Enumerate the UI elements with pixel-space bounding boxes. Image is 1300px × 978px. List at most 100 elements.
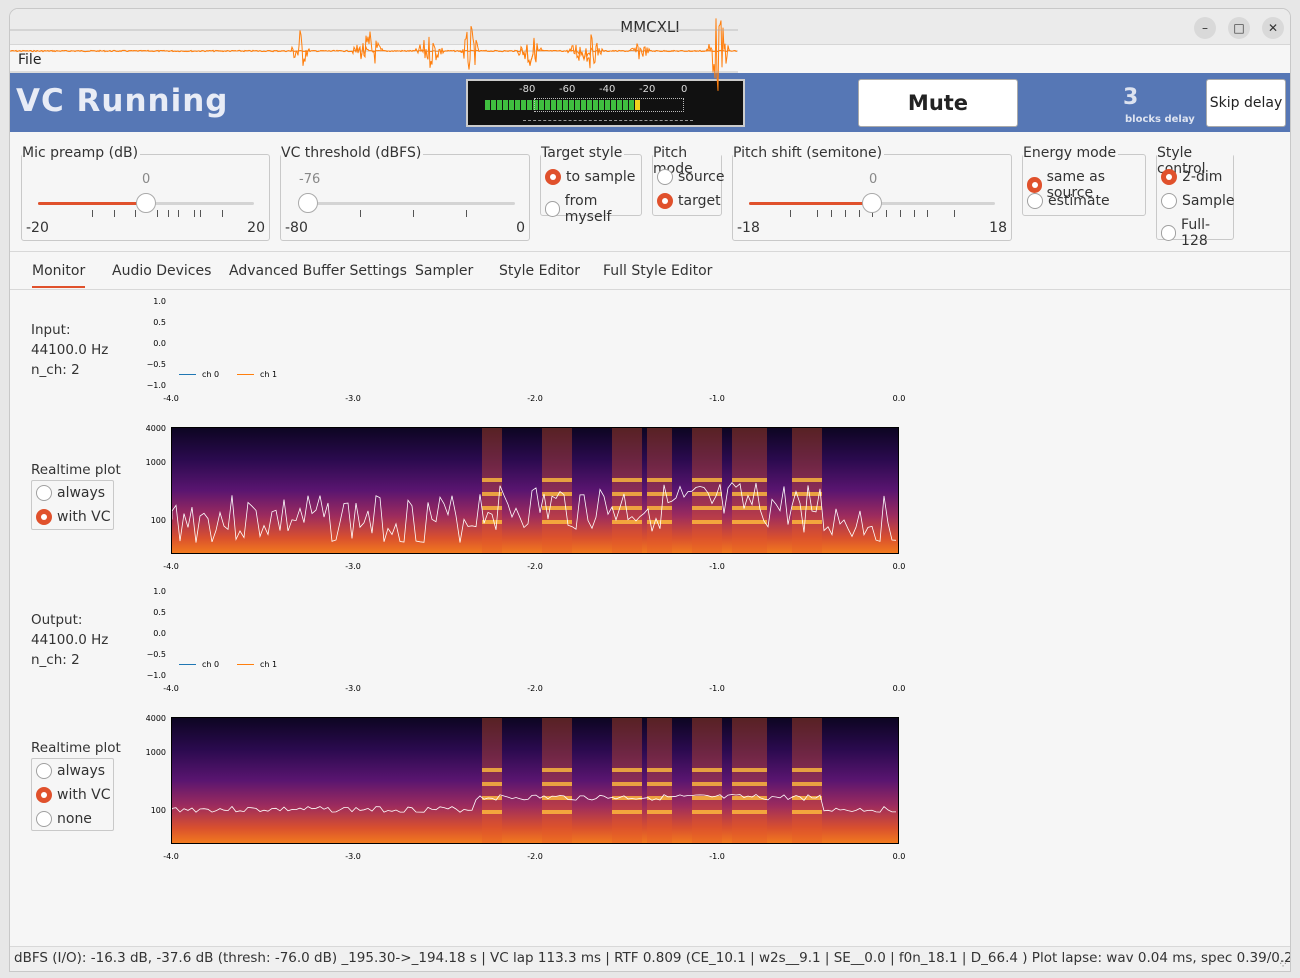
mic-preamp-title: Mic preamp (dB)	[22, 145, 141, 161]
maximize-icon[interactable]: □	[1228, 17, 1250, 39]
energy-mode-group: Energy mode same as source estimate	[1022, 145, 1146, 216]
radio-icon	[545, 201, 560, 217]
output-info: Output: 44100.0 Hz n_ch: 2	[31, 610, 108, 670]
y-tick-label: 1000	[145, 748, 166, 757]
target-style-to-sample[interactable]: to sample	[545, 169, 635, 185]
y-tick-label: 0.5	[153, 608, 166, 617]
x-tick-label: -3.0	[345, 562, 361, 571]
minimize-icon[interactable]: –	[1194, 17, 1216, 39]
pitch-shift-max: 18	[989, 220, 1007, 236]
x-tick-label: -1.0	[709, 562, 725, 571]
style-control-full128[interactable]: Full-128	[1161, 217, 1233, 249]
pitch-mode-target[interactable]: target	[657, 193, 721, 209]
radio-selected-icon	[36, 509, 52, 525]
target-style-title: Target style	[541, 145, 625, 161]
status-text: dBFS (I/O): -16.3 dB, -37.6 dB (thresh: …	[14, 950, 1291, 966]
pitch-shift-slider-handle[interactable]	[862, 193, 882, 213]
mic-preamp-value: 0	[142, 172, 151, 187]
realtime-plot-in-title: Realtime plot	[31, 462, 121, 478]
mic-preamp-group: Mic preamp (dB) 0 -20 20	[21, 145, 270, 241]
blocks-delay-label: blocks delay	[1125, 114, 1195, 125]
meter-segment	[515, 100, 520, 110]
resize-grip-icon[interactable]: ⁘	[1278, 957, 1288, 971]
radio-label: source	[678, 169, 725, 185]
pitch-shift-fill	[749, 202, 872, 205]
legend-ch0: ch 0	[179, 660, 219, 669]
legend-ch1-label: ch 1	[260, 370, 278, 379]
mic-preamp-min: -20	[26, 220, 49, 236]
meter-segment	[521, 100, 526, 110]
radio-label: Sample	[1182, 193, 1235, 209]
realtime-plot-in-group: always with VC	[31, 480, 114, 530]
pitch-shift-min: -18	[737, 220, 760, 236]
x-tick-label: -3.0	[345, 684, 361, 693]
meter-segment	[491, 100, 496, 110]
energy-mode-estimate[interactable]: estimate	[1027, 193, 1110, 209]
meter-segment	[485, 100, 490, 110]
radio-icon	[36, 763, 52, 779]
legend-ch1-label: ch 1	[260, 660, 278, 669]
close-icon[interactable]: ✕	[1262, 17, 1284, 39]
mic-preamp-slider-handle[interactable]	[136, 193, 156, 213]
input-label: Input:	[31, 322, 71, 338]
radio-icon	[1161, 193, 1177, 209]
y-tick-label: −1.0	[146, 671, 166, 680]
x-tick-label: -1.0	[709, 684, 725, 693]
tab-sampler[interactable]: Sampler	[415, 263, 473, 279]
mic-preamp-max: 20	[247, 220, 265, 236]
style-control-group: Style control 2-dim Sample Full-128	[1156, 145, 1235, 249]
y-tick-label: −0.5	[146, 360, 166, 369]
y-tick-label: 1.0	[153, 587, 166, 596]
radio-label: always	[57, 763, 106, 779]
tab-full-style-editor[interactable]: Full Style Editor	[603, 263, 712, 279]
output-channels: n_ch: 2	[31, 652, 80, 668]
radio-icon	[1027, 193, 1043, 209]
radio-icon	[36, 485, 52, 501]
radio-label: 2-dim	[1182, 169, 1223, 185]
tab-monitor[interactable]: Monitor	[32, 263, 86, 288]
x-tick-label: -4.0	[163, 852, 179, 861]
pitch-shift-title: Pitch shift (semitone)	[733, 145, 885, 161]
x-tick-label: 0.0	[892, 684, 906, 693]
vc-threshold-track[interactable]	[301, 202, 515, 205]
x-tick-label: -2.0	[527, 684, 543, 693]
radio-selected-icon	[1161, 169, 1177, 185]
target-style-group: Target style to sample from myself	[540, 145, 642, 225]
app-window: MMCXLI – □ ✕ File VC Running -80 -60 -40…	[9, 8, 1291, 972]
x-tick-label: -2.0	[527, 394, 543, 403]
radio-label: with VC	[57, 787, 111, 803]
realtime-out-always[interactable]: always	[36, 763, 105, 779]
target-style-from-myself[interactable]: from myself	[545, 193, 641, 225]
radio-selected-icon	[657, 193, 673, 209]
vc-threshold-slider-handle[interactable]	[298, 193, 318, 213]
skip-delay-button[interactable]: Skip delay	[1206, 79, 1286, 127]
x-tick-label: -1.0	[709, 394, 725, 403]
y-tick-label: 100	[150, 516, 166, 525]
pitch-mode-source[interactable]: source	[657, 169, 725, 185]
vc-threshold-min: -80	[285, 220, 308, 236]
y-tick-label: 1000	[145, 458, 166, 467]
radio-icon	[36, 811, 52, 827]
realtime-out-with-vc[interactable]: with VC	[36, 787, 111, 803]
radio-label: estimate	[1048, 193, 1110, 209]
input-spectrogram	[171, 427, 899, 554]
legend-ch0-label: ch 0	[202, 370, 220, 379]
realtime-plot-out-group: always with VC none	[31, 758, 114, 831]
tab-style-editor[interactable]: Style Editor	[499, 263, 580, 279]
realtime-in-always[interactable]: always	[36, 485, 105, 501]
style-control-sample[interactable]: Sample	[1161, 193, 1235, 209]
vc-threshold-group: VC threshold (dBFS) -76 -80 0	[280, 145, 530, 241]
energy-mode-title: Energy mode	[1023, 145, 1119, 161]
x-tick-label: -2.0	[527, 562, 543, 571]
x-tick-label: -4.0	[163, 684, 179, 693]
tab-advanced-buffer-settings[interactable]: Advanced Buffer Settings	[229, 263, 407, 279]
mute-button[interactable]: Mute	[858, 79, 1018, 127]
radio-label: always	[57, 485, 106, 501]
output-spectrogram-overlay	[172, 718, 896, 843]
vc-threshold-max: 0	[516, 220, 525, 236]
x-tick-label: 0.0	[892, 394, 906, 403]
realtime-out-none[interactable]: none	[36, 811, 92, 827]
realtime-in-with-vc[interactable]: with VC	[36, 509, 111, 525]
tab-audio-devices[interactable]: Audio Devices	[112, 263, 211, 279]
style-control-2dim[interactable]: 2-dim	[1161, 169, 1222, 185]
